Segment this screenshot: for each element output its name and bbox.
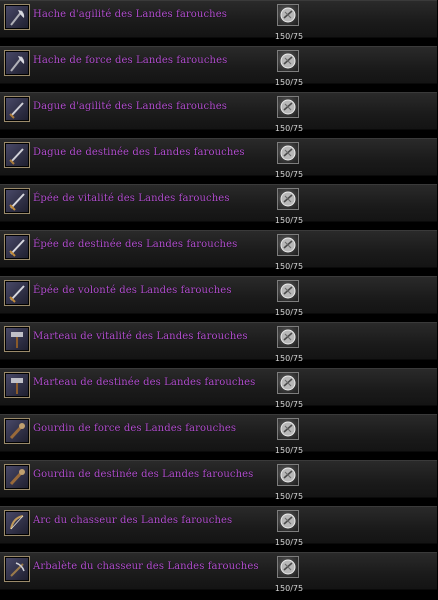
token-icon	[277, 372, 299, 394]
item-row[interactable]: Épée de vitalité des Landes farouches 150…	[0, 184, 438, 230]
currency-count: 150/75	[274, 446, 304, 455]
item-name[interactable]: Dague d'agilité des Landes farouches	[33, 101, 263, 112]
item-name[interactable]: Marteau de vitalité des Landes farouches	[33, 331, 263, 342]
item-name[interactable]: Épée de destinée des Landes farouches	[33, 239, 263, 250]
item-name[interactable]: Hache d'agilité des Landes farouches	[33, 9, 263, 20]
currency-count: 150/75	[274, 538, 304, 547]
token-icon	[277, 510, 299, 532]
item-name[interactable]: Marteau de destinée des Landes farouches	[33, 377, 263, 388]
currency-count: 150/75	[274, 492, 304, 501]
currency-count: 150/75	[274, 262, 304, 271]
axe-icon[interactable]	[4, 50, 30, 76]
hammer-icon[interactable]	[4, 372, 30, 398]
item-row[interactable]: Dague de destinée des Landes farouches 15…	[0, 138, 438, 184]
item-name[interactable]: Épée de volonté des Landes farouches	[33, 285, 263, 296]
item-row[interactable]: Marteau de destinée des Landes farouches…	[0, 368, 438, 414]
item-row[interactable]: Épée de volonté des Landes farouches 150/…	[0, 276, 438, 322]
axe-icon[interactable]	[4, 4, 30, 30]
item-row[interactable]: Dague d'agilité des Landes farouches 150/…	[0, 92, 438, 138]
currency-count: 150/75	[274, 400, 304, 409]
currency-count: 150/75	[274, 170, 304, 179]
item-name[interactable]: Gourdin de force des Landes farouches	[33, 423, 263, 434]
club-icon[interactable]	[4, 418, 30, 444]
item-name[interactable]: Épée de vitalité des Landes farouches	[33, 193, 263, 204]
currency-count: 150/75	[274, 308, 304, 317]
item-name[interactable]: Gourdin de destinée des Landes farouches	[33, 469, 263, 480]
token-icon	[277, 556, 299, 578]
item-name[interactable]: Arc du chasseur des Landes farouches	[33, 515, 263, 526]
item-row[interactable]: Marteau de vitalité des Landes farouches…	[0, 322, 438, 368]
dagger-icon[interactable]	[4, 96, 30, 122]
item-row[interactable]: Arc du chasseur des Landes farouches 150/…	[0, 506, 438, 552]
item-name[interactable]: Arbalète du chasseur des Landes farouche…	[33, 561, 263, 572]
item-name[interactable]: Hache de force des Landes farouches	[33, 55, 263, 66]
currency-count: 150/75	[274, 354, 304, 363]
currency-count: 150/75	[274, 32, 304, 41]
sword-icon[interactable]	[4, 188, 30, 214]
crossbow-icon[interactable]	[4, 556, 30, 582]
item-list: Hache d'agilité des Landes farouches 150/…	[0, 0, 438, 600]
bow-icon[interactable]	[4, 510, 30, 536]
token-icon	[277, 50, 299, 72]
dagger-icon[interactable]	[4, 142, 30, 168]
club-icon[interactable]	[4, 464, 30, 490]
currency-count: 150/75	[274, 584, 304, 593]
item-row[interactable]: Épée de destinée des Landes farouches 150…	[0, 230, 438, 276]
token-icon	[277, 280, 299, 302]
hammer-icon[interactable]	[4, 326, 30, 352]
sword-icon[interactable]	[4, 280, 30, 306]
item-row[interactable]: Hache d'agilité des Landes farouches 150/…	[0, 0, 438, 46]
token-icon	[277, 326, 299, 348]
sword-icon[interactable]	[4, 234, 30, 260]
token-icon	[277, 234, 299, 256]
token-icon	[277, 418, 299, 440]
token-icon	[277, 96, 299, 118]
token-icon	[277, 142, 299, 164]
item-row[interactable]: Hache de force des Landes farouches 150/7…	[0, 46, 438, 92]
token-icon	[277, 464, 299, 486]
item-name[interactable]: Dague de destinée des Landes farouches	[33, 147, 263, 158]
token-icon	[277, 4, 299, 26]
item-row[interactable]: Gourdin de force des Landes farouches 150…	[0, 414, 438, 460]
currency-count: 150/75	[274, 78, 304, 87]
currency-count: 150/75	[274, 124, 304, 133]
item-row[interactable]: Arbalète du chasseur des Landes farouche…	[0, 552, 438, 598]
item-row[interactable]: Gourdin de destinée des Landes farouches…	[0, 460, 438, 506]
currency-count: 150/75	[274, 216, 304, 225]
token-icon	[277, 188, 299, 210]
